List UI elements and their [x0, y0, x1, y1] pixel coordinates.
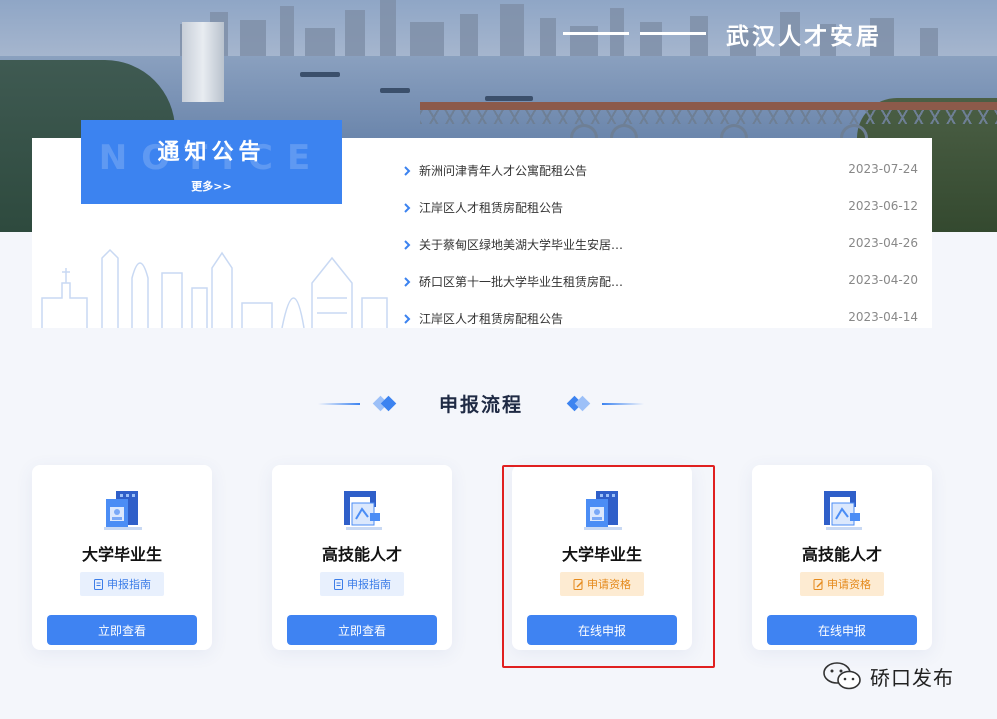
notice-item-title: 关于蔡甸区绿地美湖大学毕业生安居…	[419, 238, 624, 252]
notice-item[interactable]: 新洲问津青年人才公寓配租公告 2023-07-24	[402, 161, 918, 181]
hero-title: 武汉人才安居	[726, 24, 882, 50]
wechat-watermark: 硚口发布	[822, 660, 954, 692]
chevron-right-icon	[404, 203, 411, 213]
graduate-building-icon	[104, 491, 142, 530]
chevron-right-icon	[404, 240, 411, 250]
bridge	[420, 102, 997, 154]
view-now-button[interactable]: 立即查看	[287, 615, 437, 645]
card-title: 大学毕业生	[81, 545, 162, 564]
card-badge-label: 申报指南	[347, 578, 391, 591]
notice-item-title: 新洲问津青年人才公寓配租公告	[419, 164, 588, 178]
card-title: 高技能人才	[801, 545, 882, 564]
skilled-talent-icon	[344, 491, 382, 530]
card-title: 高技能人才	[321, 545, 402, 564]
notice-item-date: 2023-04-26	[848, 236, 918, 250]
apply-online-button[interactable]: 在线申报	[767, 615, 917, 645]
boat	[380, 88, 410, 93]
highlight-box	[502, 465, 715, 668]
card-badge-label: 申报指南	[107, 578, 151, 591]
notice-item-date: 2023-04-14	[848, 310, 918, 324]
hero-title-line	[563, 32, 629, 35]
card-badge[interactable]: 申请资格	[800, 572, 884, 596]
skilled-talent-icon	[824, 491, 862, 530]
process-card-skilled: 高技能人才 申报指南 立即查看	[272, 465, 452, 650]
notice-item-date: 2023-04-20	[848, 273, 918, 287]
chevron-right-icon	[404, 277, 411, 287]
city-landmark-illustration	[41, 248, 388, 328]
process-card-skilled: 高技能人才 申请资格 在线申报	[752, 465, 932, 650]
notice-item-date: 2023-06-12	[848, 199, 918, 213]
notice-item[interactable]: 关于蔡甸区绿地美湖大学毕业生安居… 2023-04-26	[402, 235, 918, 255]
section-title: 申报流程	[438, 394, 523, 416]
view-now-button[interactable]: 立即查看	[47, 615, 197, 645]
chevron-right-icon	[404, 166, 411, 176]
card-badge[interactable]: 申报指南	[320, 572, 404, 596]
notice-item-title: 江岸区人才租赁房配租公告	[419, 201, 564, 215]
card-badge-label: 申请资格	[827, 578, 871, 591]
card-badge[interactable]: 申报指南	[80, 572, 164, 596]
boat	[300, 72, 340, 77]
notice-item-date: 2023-07-24	[848, 162, 918, 176]
more-link[interactable]: 更多>>	[81, 178, 342, 194]
notice-item[interactable]: 江岸区人才租赁房配租公告 2023-04-14	[402, 309, 918, 329]
heading-decoration-line	[318, 403, 360, 405]
notice-item[interactable]: 江岸区人才租赁房配租公告 2023-06-12	[402, 198, 918, 218]
watermark-text: 硚口发布	[870, 665, 954, 690]
notice-item[interactable]: 硚口区第十一批大学毕业生租赁房配… 2023-04-20	[402, 272, 918, 292]
boat	[485, 96, 533, 101]
notice-heading-tag: NOTICE 通知公告 更多>>	[81, 120, 342, 204]
document-icon	[94, 578, 103, 590]
wechat-icon	[823, 662, 861, 690]
notice-item-title: 硚口区第十一批大学毕业生租赁房配…	[419, 275, 624, 289]
notice-title: 通知公告	[157, 140, 266, 165]
process-card-graduate: 大学毕业生 申报指南 立即查看	[32, 465, 212, 650]
edit-document-icon	[813, 578, 823, 590]
chevron-right-icon	[404, 314, 411, 324]
tower-building	[182, 22, 224, 102]
notice-item-title: 江岸区人才租赁房配租公告	[419, 312, 564, 326]
heading-decoration-line	[602, 403, 644, 405]
hero-title-line	[640, 32, 706, 35]
document-icon	[334, 578, 343, 590]
